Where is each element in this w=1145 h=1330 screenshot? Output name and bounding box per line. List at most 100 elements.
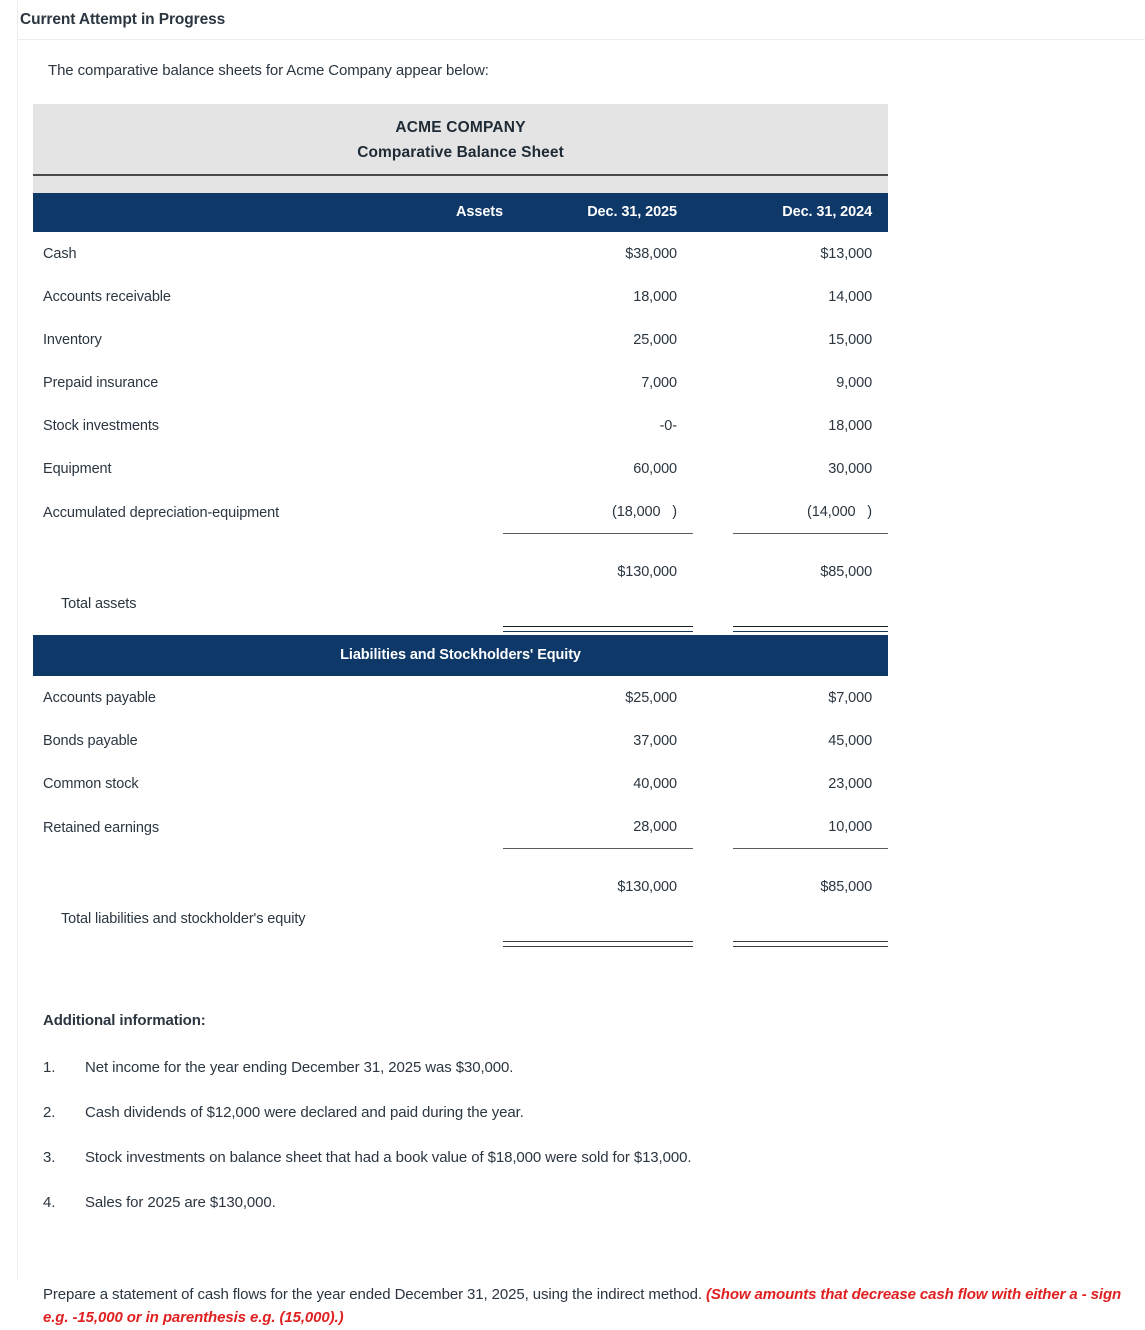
company-name: ACME COMPANY [395, 119, 526, 136]
list-item: 3. Stock investments on balance sheet th… [33, 1149, 1145, 1166]
total-assets-row: Total assets $130,000 $85,000 [33, 533, 889, 632]
column-gap [693, 193, 733, 232]
additional-info-list: 1. Net income for the year ending Decemb… [33, 1059, 1145, 1211]
row-value-2025: 25,000 [633, 332, 677, 348]
list-item-number: 1. [43, 1059, 56, 1076]
row-value-2025: 37,000 [633, 733, 677, 749]
table-row: Accounts receivable 18,000 14,000 [33, 275, 888, 318]
row-label: Accumulated depreciation-equipment [43, 504, 279, 521]
row-value-2025: 40,000 [633, 776, 677, 792]
row-value-2025: 18,000 [633, 289, 677, 305]
additional-info-title: Additional information: [43, 1012, 206, 1029]
list-item-text: Sales for 2025 are $130,000. [85, 1194, 276, 1211]
row-gap [693, 719, 733, 762]
row-value-2024: $85,000 [733, 533, 889, 632]
page-root: Current Attempt in Progress The comparat… [0, 0, 1145, 1326]
column-header-assets: Assets [33, 193, 503, 232]
table-row: Inventory 25,000 15,000 [33, 318, 888, 361]
list-item-text: Net income for the year ending December … [85, 1059, 514, 1076]
row-gap [693, 361, 733, 404]
row-value-2024: 23,000 [828, 776, 873, 792]
row-label: Retained earnings [43, 819, 159, 836]
row-label: Inventory [43, 332, 102, 348]
list-item-text: Stock investments on balance sheet that … [85, 1149, 692, 1166]
row-label: Cash [43, 246, 77, 262]
statement-title-block: ACME COMPANY Comparative Balance Sheet [33, 104, 889, 176]
row-gap [693, 534, 733, 626]
row-gap [693, 275, 733, 318]
row-label: Total liabilities and stockholder's equi… [61, 911, 306, 927]
row-label: Bonds payable [43, 733, 138, 749]
double-rule [733, 626, 889, 632]
column-header-year-2025: Dec. 31, 2025 [503, 193, 693, 232]
statement-title: Comparative Balance Sheet [357, 143, 564, 161]
total-liabilities-2024: $85,000 [820, 879, 873, 895]
row-gap [693, 232, 733, 275]
row-value-2025: -0- [659, 418, 678, 434]
row-value-2025: $130,000 [503, 533, 693, 632]
row-gap [693, 849, 733, 941]
table-row: Prepaid insurance 7,000 9,000 [33, 361, 888, 404]
list-item-number: 3. [43, 1149, 56, 1166]
total-assets-2025: $130,000 [617, 564, 677, 580]
table-row: Cash $38,000 $13,000 [33, 232, 888, 275]
table-row: Equipment 60,000 30,000 [33, 447, 888, 490]
row-label: Prepaid insurance [43, 375, 159, 391]
list-item: 4. Sales for 2025 are $130,000. [33, 1194, 1145, 1211]
row-value-2024: 9,000 [836, 375, 873, 391]
row-gap [693, 762, 733, 805]
row-gap [693, 490, 733, 534]
question-body: The comparative balance sheets for Acme … [18, 40, 1145, 1330]
comparative-balance-sheet: ACME COMPANY Comparative Balance Sheet A… [33, 104, 889, 947]
row-value-2025: 7,000 [641, 375, 677, 391]
row-value-2024: $13,000 [820, 246, 873, 262]
row-value-2024: 18,000 [828, 418, 873, 434]
liabilities-section-title: Liabilities and Stockholders' Equity [33, 635, 889, 676]
row-value-2024: 15,000 [828, 332, 873, 348]
row-label: Common stock [43, 776, 139, 792]
intro-text: The comparative balance sheets for Acme … [48, 62, 489, 79]
double-rule [503, 626, 693, 632]
row-value-2025: $130,000 [503, 848, 693, 947]
row-label: Accounts payable [43, 690, 156, 706]
row-value-2024: (14,000 ) [807, 504, 873, 520]
row-gap [693, 676, 733, 719]
table-row: Bonds payable 37,000 45,000 [33, 719, 888, 762]
total-liabilities-2025: $130,000 [617, 879, 677, 895]
double-rule [503, 941, 693, 947]
row-value-2025: 60,000 [633, 461, 677, 477]
table-row: Retained earnings 28,000 10,000 [33, 805, 888, 849]
table-row: Stock investments -0- 18,000 [33, 404, 888, 447]
row-value-2024: 14,000 [828, 289, 873, 305]
page-title: Current Attempt in Progress [20, 10, 226, 28]
list-item-number: 2. [43, 1104, 56, 1121]
task-prompt-text: Prepare a statement of cash flows for th… [43, 1286, 706, 1303]
column-header-year-2024: Dec. 31, 2024 [733, 193, 889, 232]
table-row: Accumulated depreciation-equipment (18,0… [33, 490, 888, 534]
row-value-2024: $7,000 [828, 690, 873, 706]
row-value-2025: $25,000 [625, 690, 677, 706]
row-gap [693, 404, 733, 447]
row-gap [693, 447, 733, 490]
column-header-row: Assets Dec. 31, 2025 Dec. 31, 2024 [33, 193, 889, 232]
row-gap [693, 805, 733, 849]
title-spacer [33, 176, 889, 193]
list-item: 1. Net income for the year ending Decemb… [33, 1059, 1145, 1076]
list-item-text: Cash dividends of $12,000 were declared … [85, 1104, 524, 1121]
row-value-2024: 10,000 [828, 819, 873, 835]
row-value-2024: $85,000 [733, 848, 889, 947]
row-label: Equipment [43, 461, 112, 477]
total-assets-2024: $85,000 [820, 564, 873, 580]
list-item: 2. Cash dividends of $12,000 were declar… [33, 1104, 1145, 1121]
task-prompt: Prepare a statement of cash flows for th… [43, 1283, 1145, 1330]
row-value-2024: 30,000 [828, 461, 873, 477]
row-gap [693, 318, 733, 361]
row-value-2025: 28,000 [633, 819, 677, 835]
table-row: Accounts payable $25,000 $7,000 [33, 676, 888, 719]
row-value-2025: (18,000 ) [612, 504, 677, 520]
total-liabilities-row: Total liabilities and stockholder's equi… [33, 848, 889, 947]
row-value-2024: 45,000 [828, 733, 873, 749]
attempt-header: Current Attempt in Progress [18, 0, 1145, 40]
row-value-2025: $38,000 [625, 246, 677, 262]
list-item-number: 4. [43, 1194, 56, 1211]
